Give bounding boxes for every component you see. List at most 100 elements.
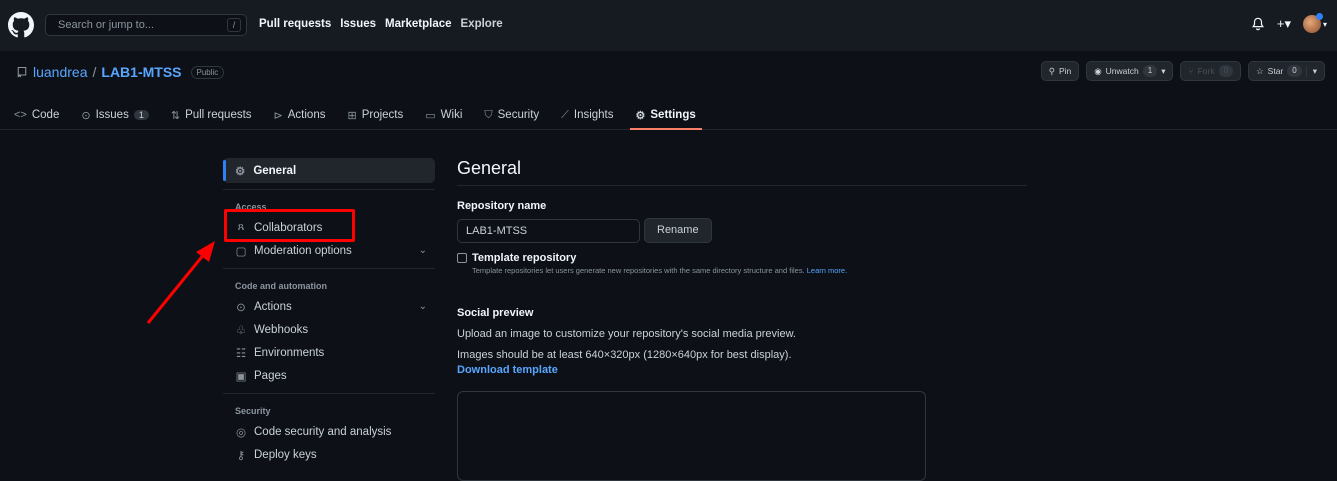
- chevron-down-icon: ▾: [1161, 65, 1166, 76]
- repo-name-input[interactable]: LAB1-MTSS: [457, 218, 640, 243]
- tab-projects-label: Projects: [361, 109, 404, 121]
- server-icon: ☷: [235, 347, 247, 360]
- annotation-highlight-box: [224, 209, 355, 242]
- tab-wiki[interactable]: ▭ Wiki: [425, 101, 462, 129]
- bell-icon[interactable]: [1251, 17, 1265, 31]
- pin-icon: ⚲: [1048, 65, 1055, 76]
- tab-security[interactable]: ⛉ Security: [484, 101, 539, 129]
- tab-projects[interactable]: ⊞ Projects: [347, 101, 403, 129]
- visibility-badge: Public: [190, 65, 225, 79]
- pin-button[interactable]: ⚲ Pin: [1040, 61, 1080, 81]
- sidebar-item-environments[interactable]: ☷ Environments: [223, 341, 435, 364]
- repo-header: luandrea / LAB1-MTSS Public ⚲ Pin ◉ Unwa…: [0, 51, 1337, 130]
- rename-button[interactable]: Rename: [644, 218, 712, 243]
- repo-name-link[interactable]: LAB1-MTSS: [101, 64, 181, 80]
- codescan-icon: ◎: [235, 426, 247, 439]
- tab-settings-label: Settings: [650, 109, 696, 121]
- template-hint-text: Template repositories let users generate…: [472, 266, 805, 275]
- star-label: Star: [1267, 66, 1284, 76]
- settings-sidebar: ⚙ General Access ጸ Collaborators ▢ Moder…: [223, 158, 435, 466]
- pull-request-icon: ⇅: [170, 109, 181, 122]
- sidebar-pages-label: Pages: [254, 369, 287, 382]
- tab-actions[interactable]: ⊳ Actions: [274, 101, 326, 129]
- nav-marketplace[interactable]: Marketplace: [385, 18, 451, 30]
- download-template-link[interactable]: Download template: [457, 364, 1027, 376]
- sidebar-general-label: General: [253, 164, 297, 177]
- template-row: Template repository: [457, 252, 1027, 264]
- tab-insights[interactable]: ⟋ Insights: [561, 101, 613, 129]
- template-checkbox[interactable]: [457, 253, 467, 263]
- play-icon: ⊙: [236, 301, 246, 314]
- avatar: [1302, 13, 1323, 33]
- chevron-down-icon: ▾: [1322, 19, 1327, 29]
- unwatch-button[interactable]: ◉ Unwatch 1 ▾: [1086, 61, 1174, 81]
- sidebar-item-general[interactable]: ⚙ General: [223, 158, 435, 183]
- table-icon: ⊞: [347, 109, 357, 122]
- fork-button[interactable]: ⑂ Fork 0: [1180, 61, 1242, 81]
- sidebar-item-deploy-keys[interactable]: ⚷ Deploy keys: [223, 443, 435, 466]
- gear-icon: ⚙: [235, 165, 246, 178]
- gear-icon: ⚙: [635, 109, 646, 122]
- global-header: Search or jump to... / Pull requests Iss…: [0, 0, 1337, 51]
- pin-label: Pin: [1058, 66, 1072, 76]
- comment-icon: ▢: [235, 245, 247, 258]
- nav-issues[interactable]: Issues: [340, 18, 376, 30]
- template-hint: Template repositories let users generate…: [472, 266, 1027, 275]
- tab-security-label: Security: [497, 109, 540, 121]
- unwatch-count: 1: [1142, 65, 1158, 77]
- nav-explore[interactable]: Explore: [461, 18, 503, 30]
- social-preview-dropzone[interactable]: [457, 391, 926, 481]
- sidebar-webhooks-label: Webhooks: [254, 323, 309, 336]
- divider: [223, 268, 435, 269]
- tab-wiki-label: Wiki: [440, 109, 463, 121]
- issues-count-badge: 1: [133, 110, 149, 120]
- page-title: General: [457, 158, 1027, 186]
- tab-issues[interactable]: ⊙ Issues 1: [81, 101, 149, 129]
- tab-pull-requests[interactable]: ⇅ Pull requests: [171, 101, 252, 129]
- social-preview-size: Images should be at least 640×320px (128…: [457, 349, 792, 361]
- github-logo-icon[interactable]: [8, 12, 34, 38]
- unwatch-label: Unwatch: [1105, 66, 1139, 76]
- webhook-icon: ♧: [235, 324, 247, 337]
- nav-pull-requests[interactable]: Pull requests: [259, 18, 331, 30]
- sidebar-deploy-keys-label: Deploy keys: [254, 448, 317, 461]
- template-label: Template repository: [472, 252, 577, 264]
- social-preview-desc: Upload an image to customize your reposi…: [457, 328, 796, 340]
- sidebar-environments-label: Environments: [254, 346, 325, 359]
- tab-code[interactable]: <> Code: [14, 101, 59, 129]
- play-icon: ⊳: [273, 109, 283, 122]
- fork-label: Fork: [1197, 66, 1215, 76]
- create-new-button[interactable]: +▾: [1277, 16, 1291, 32]
- shield-icon: ⛉: [484, 108, 493, 121]
- repo-owner-link[interactable]: luandrea: [33, 64, 88, 80]
- repo-tabs: <> Code ⊙ Issues 1 ⇅ Pull requests ⊳ Actions …: [14, 101, 703, 130]
- issue-icon: ⊙: [81, 109, 91, 122]
- sidebar-item-pages[interactable]: ▣ Pages: [223, 364, 435, 387]
- sidebar-moderation-label: Moderation options: [254, 244, 352, 257]
- star-list-chevron-icon[interactable]: ▾: [1305, 65, 1317, 77]
- sidebar-item-actions[interactable]: ⊙ Actions ⌄: [223, 295, 435, 318]
- tab-actions-label: Actions: [287, 109, 326, 121]
- sidebar-item-moderation[interactable]: ▢ Moderation options ⌄: [223, 239, 435, 262]
- repo-actions: ⚲ Pin ◉ Unwatch 1 ▾ ⑂ Fork 0 ☆ Star 0 ▾: [1040, 61, 1325, 81]
- fork-icon: ⑂: [1188, 66, 1194, 76]
- sidebar-code-security-label: Code security and analysis: [254, 425, 392, 438]
- star-button[interactable]: ☆ Star 0 ▾: [1248, 61, 1325, 81]
- book-icon: ▭: [425, 109, 436, 122]
- chevron-down-icon: ⌄: [418, 301, 427, 312]
- tab-settings[interactable]: ⚙ Settings: [629, 101, 703, 130]
- search-placeholder: Search or jump to...: [58, 19, 154, 31]
- sidebar-item-webhooks[interactable]: ♧ Webhooks: [223, 318, 435, 341]
- divider: [223, 189, 435, 190]
- learn-more-link[interactable]: Learn more.: [807, 266, 847, 275]
- repo-separator: /: [92, 64, 97, 80]
- sidebar-actions-label: Actions: [254, 300, 292, 313]
- tab-issues-label: Issues: [95, 109, 129, 121]
- search-input[interactable]: Search or jump to... /: [45, 14, 247, 36]
- tab-insights-label: Insights: [573, 109, 614, 121]
- user-menu[interactable]: ▾: [1302, 13, 1327, 33]
- browser-icon: ▣: [235, 370, 247, 383]
- sidebar-item-code-security[interactable]: ◎ Code security and analysis: [223, 420, 435, 443]
- sidebar-heading-code: Code and automation: [235, 281, 327, 291]
- chevron-down-icon: ⌄: [418, 245, 427, 256]
